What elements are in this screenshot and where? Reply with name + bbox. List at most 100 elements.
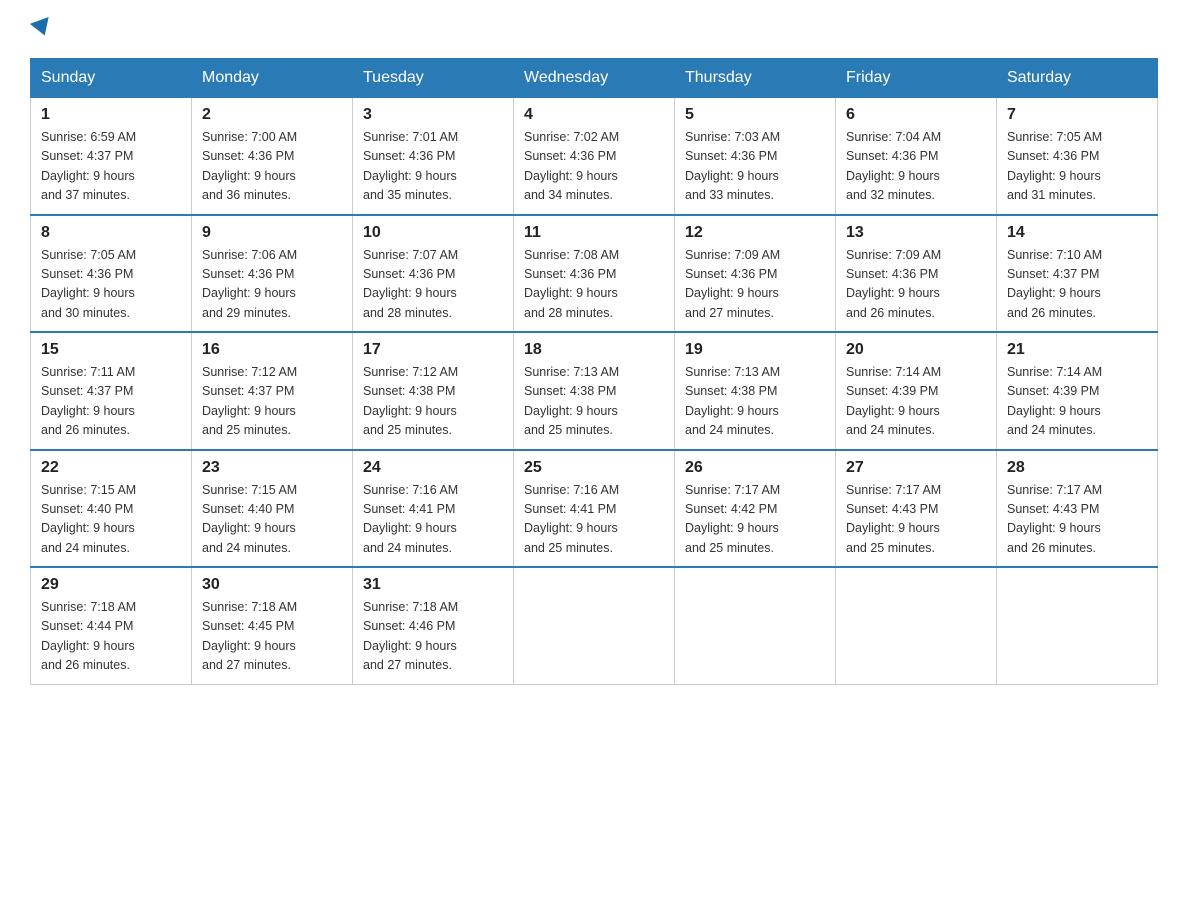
calendar-day-cell: 23 Sunrise: 7:15 AMSunset: 4:40 PMDayligh… xyxy=(192,450,353,568)
day-number: 6 xyxy=(846,106,986,124)
day-number: 1 xyxy=(41,106,181,124)
calendar-day-cell: 14 Sunrise: 7:10 AMSunset: 4:37 PMDayligh… xyxy=(997,215,1158,333)
day-info: Sunrise: 7:18 AMSunset: 4:44 PMDaylight:… xyxy=(41,598,181,676)
calendar-day-cell: 29 Sunrise: 7:18 AMSunset: 4:44 PMDayligh… xyxy=(31,567,192,684)
day-number: 19 xyxy=(685,341,825,359)
day-info: Sunrise: 7:05 AMSunset: 4:36 PMDaylight:… xyxy=(41,246,181,324)
day-info: Sunrise: 7:10 AMSunset: 4:37 PMDaylight:… xyxy=(1007,246,1147,324)
calendar-week-row: 22 Sunrise: 7:15 AMSunset: 4:40 PMDayligh… xyxy=(31,450,1158,568)
day-number: 28 xyxy=(1007,459,1147,477)
day-info: Sunrise: 7:12 AMSunset: 4:38 PMDaylight:… xyxy=(363,363,503,441)
calendar-day-cell: 1 Sunrise: 6:59 AMSunset: 4:37 PMDaylight… xyxy=(31,98,192,215)
day-info: Sunrise: 6:59 AMSunset: 4:37 PMDaylight:… xyxy=(41,128,181,206)
day-info: Sunrise: 7:17 AMSunset: 4:42 PMDaylight:… xyxy=(685,481,825,559)
day-info: Sunrise: 7:14 AMSunset: 4:39 PMDaylight:… xyxy=(1007,363,1147,441)
day-number: 16 xyxy=(202,341,342,359)
calendar-day-cell: 25 Sunrise: 7:16 AMSunset: 4:41 PMDayligh… xyxy=(514,450,675,568)
day-info: Sunrise: 7:01 AMSunset: 4:36 PMDaylight:… xyxy=(363,128,503,206)
calendar-day-cell xyxy=(997,567,1158,684)
calendar-day-cell: 5Sunrise: 7:03 AMSunset: 4:36 PMDaylight… xyxy=(675,98,836,215)
calendar-day-cell: 3 Sunrise: 7:01 AMSunset: 4:36 PMDaylight… xyxy=(353,98,514,215)
day-number: 30 xyxy=(202,576,342,594)
day-info: Sunrise: 7:09 AMSunset: 4:36 PMDaylight:… xyxy=(846,246,986,324)
day-number: 17 xyxy=(363,341,503,359)
day-info: Sunrise: 7:14 AMSunset: 4:39 PMDaylight:… xyxy=(846,363,986,441)
day-info: Sunrise: 7:13 AMSunset: 4:38 PMDaylight:… xyxy=(685,363,825,441)
day-number: 3 xyxy=(363,106,503,124)
calendar-week-row: 1 Sunrise: 6:59 AMSunset: 4:37 PMDaylight… xyxy=(31,98,1158,215)
day-info: Sunrise: 7:06 AMSunset: 4:36 PMDaylight:… xyxy=(202,246,342,324)
calendar-day-cell: 2Sunrise: 7:00 AMSunset: 4:36 PMDaylight… xyxy=(192,98,353,215)
day-number: 15 xyxy=(41,341,181,359)
day-number: 11 xyxy=(524,224,664,242)
calendar-day-cell: 21 Sunrise: 7:14 AMSunset: 4:39 PMDayligh… xyxy=(997,332,1158,450)
calendar-day-cell: 19 Sunrise: 7:13 AMSunset: 4:38 PMDayligh… xyxy=(675,332,836,450)
calendar-day-cell: 24 Sunrise: 7:16 AMSunset: 4:41 PMDayligh… xyxy=(353,450,514,568)
calendar-day-cell: 8 Sunrise: 7:05 AMSunset: 4:36 PMDaylight… xyxy=(31,215,192,333)
day-info: Sunrise: 7:11 AMSunset: 4:37 PMDaylight:… xyxy=(41,363,181,441)
day-info: Sunrise: 7:02 AMSunset: 4:36 PMDaylight:… xyxy=(524,128,664,206)
day-of-week-header: Friday xyxy=(836,59,997,98)
day-number: 23 xyxy=(202,459,342,477)
day-number: 14 xyxy=(1007,224,1147,242)
day-number: 9 xyxy=(202,224,342,242)
day-info: Sunrise: 7:04 AMSunset: 4:36 PMDaylight:… xyxy=(846,128,986,206)
day-info: Sunrise: 7:00 AMSunset: 4:36 PMDaylight:… xyxy=(202,128,342,206)
day-number: 13 xyxy=(846,224,986,242)
day-number: 25 xyxy=(524,459,664,477)
day-number: 18 xyxy=(524,341,664,359)
day-number: 31 xyxy=(363,576,503,594)
calendar-week-row: 15 Sunrise: 7:11 AMSunset: 4:37 PMDayligh… xyxy=(31,332,1158,450)
day-info: Sunrise: 7:07 AMSunset: 4:36 PMDaylight:… xyxy=(363,246,503,324)
day-info: Sunrise: 7:05 AMSunset: 4:36 PMDaylight:… xyxy=(1007,128,1147,206)
day-of-week-header: Tuesday xyxy=(353,59,514,98)
calendar-table: SundayMondayTuesdayWednesdayThursdayFrid… xyxy=(30,58,1158,685)
calendar-day-cell xyxy=(675,567,836,684)
day-info: Sunrise: 7:15 AMSunset: 4:40 PMDaylight:… xyxy=(41,481,181,559)
day-number: 27 xyxy=(846,459,986,477)
day-number: 29 xyxy=(41,576,181,594)
calendar-day-cell xyxy=(514,567,675,684)
day-info: Sunrise: 7:15 AMSunset: 4:40 PMDaylight:… xyxy=(202,481,342,559)
day-number: 21 xyxy=(1007,341,1147,359)
day-info: Sunrise: 7:16 AMSunset: 4:41 PMDaylight:… xyxy=(363,481,503,559)
day-info: Sunrise: 7:18 AMSunset: 4:45 PMDaylight:… xyxy=(202,598,342,676)
day-info: Sunrise: 7:03 AMSunset: 4:36 PMDaylight:… xyxy=(685,128,825,206)
calendar-day-cell: 15 Sunrise: 7:11 AMSunset: 4:37 PMDayligh… xyxy=(31,332,192,450)
page-header xyxy=(30,20,1158,38)
logo xyxy=(30,20,52,38)
day-number: 8 xyxy=(41,224,181,242)
day-number: 22 xyxy=(41,459,181,477)
calendar-day-cell: 18 Sunrise: 7:13 AMSunset: 4:38 PMDayligh… xyxy=(514,332,675,450)
calendar-day-cell: 6 Sunrise: 7:04 AMSunset: 4:36 PMDaylight… xyxy=(836,98,997,215)
calendar-day-cell: 20 Sunrise: 7:14 AMSunset: 4:39 PMDayligh… xyxy=(836,332,997,450)
calendar-day-cell: 30 Sunrise: 7:18 AMSunset: 4:45 PMDayligh… xyxy=(192,567,353,684)
calendar-header-row: SundayMondayTuesdayWednesdayThursdayFrid… xyxy=(31,59,1158,98)
day-info: Sunrise: 7:12 AMSunset: 4:37 PMDaylight:… xyxy=(202,363,342,441)
day-of-week-header: Saturday xyxy=(997,59,1158,98)
calendar-day-cell: 7 Sunrise: 7:05 AMSunset: 4:36 PMDaylight… xyxy=(997,98,1158,215)
calendar-day-cell: 31 Sunrise: 7:18 AMSunset: 4:46 PMDayligh… xyxy=(353,567,514,684)
day-info: Sunrise: 7:09 AMSunset: 4:36 PMDaylight:… xyxy=(685,246,825,324)
day-number: 20 xyxy=(846,341,986,359)
day-number: 24 xyxy=(363,459,503,477)
day-of-week-header: Thursday xyxy=(675,59,836,98)
calendar-day-cell: 11 Sunrise: 7:08 AMSunset: 4:36 PMDayligh… xyxy=(514,215,675,333)
day-number: 7 xyxy=(1007,106,1147,124)
day-of-week-header: Wednesday xyxy=(514,59,675,98)
day-info: Sunrise: 7:13 AMSunset: 4:38 PMDaylight:… xyxy=(524,363,664,441)
day-info: Sunrise: 7:08 AMSunset: 4:36 PMDaylight:… xyxy=(524,246,664,324)
calendar-day-cell: 28Sunrise: 7:17 AMSunset: 4:43 PMDayligh… xyxy=(997,450,1158,568)
calendar-day-cell: 13 Sunrise: 7:09 AMSunset: 4:36 PMDayligh… xyxy=(836,215,997,333)
calendar-day-cell: 17 Sunrise: 7:12 AMSunset: 4:38 PMDayligh… xyxy=(353,332,514,450)
logo-triangle-icon xyxy=(30,17,54,39)
calendar-day-cell: 10 Sunrise: 7:07 AMSunset: 4:36 PMDayligh… xyxy=(353,215,514,333)
day-info: Sunrise: 7:18 AMSunset: 4:46 PMDaylight:… xyxy=(363,598,503,676)
day-of-week-header: Sunday xyxy=(31,59,192,98)
calendar-day-cell: 4Sunrise: 7:02 AMSunset: 4:36 PMDaylight… xyxy=(514,98,675,215)
calendar-week-row: 8 Sunrise: 7:05 AMSunset: 4:36 PMDaylight… xyxy=(31,215,1158,333)
day-number: 12 xyxy=(685,224,825,242)
day-info: Sunrise: 7:16 AMSunset: 4:41 PMDaylight:… xyxy=(524,481,664,559)
day-number: 10 xyxy=(363,224,503,242)
day-of-week-header: Monday xyxy=(192,59,353,98)
